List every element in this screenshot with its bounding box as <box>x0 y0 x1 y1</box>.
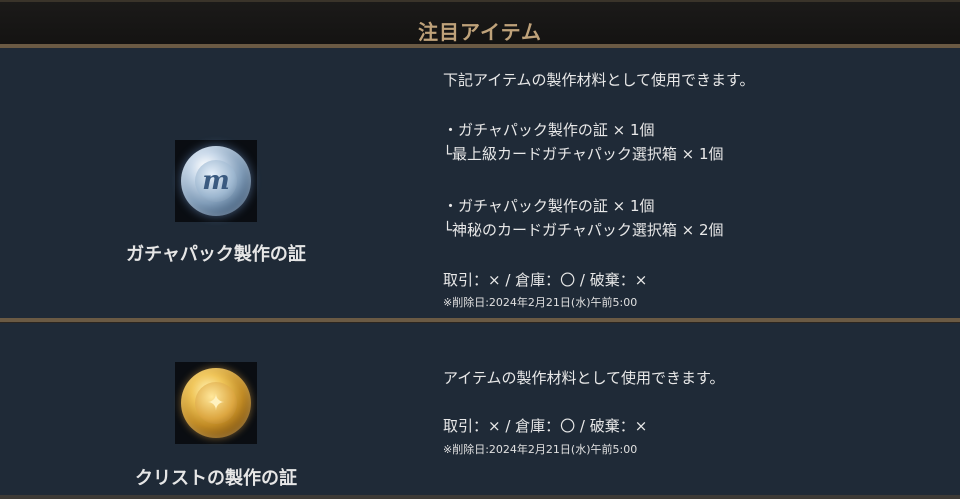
item-description: 下記アイテムの製作材料として使用できます。 ・ガチャパック製作の証 × 1個 └… <box>443 70 943 310</box>
trade-info: 取引：× / 倉庫：〇 / 破棄：× <box>443 271 648 289</box>
trade-info: 取引：× / 倉庫：〇 / 破棄：× <box>443 417 648 435</box>
item-icon-frame: ✦ <box>175 362 257 444</box>
delete-date-note: ※削除日:2024年2月21日(水)午前5:00 <box>443 443 638 456</box>
featured-items-panel: 注目アイテム m ガチャパック製作の証 下記アイテムの製作材料として使用できます… <box>0 0 960 499</box>
silver-coin-icon: m <box>181 146 251 216</box>
description-line: └最上級カードガチャパック選択箱 × 1個 <box>443 145 724 163</box>
description-line: ・ガチャパック製作の証 × 1個 <box>443 197 655 215</box>
bottom-border <box>0 495 960 499</box>
item-name: クリストの製作の証 <box>135 468 297 489</box>
item-row: ✦ クリストの製作の証 アイテムの製作材料として使用できます。 取引：× / 倉… <box>0 323 960 499</box>
item-row: m ガチャパック製作の証 下記アイテムの製作材料として使用できます。 ・ガチャパ… <box>0 54 960 318</box>
description-line: ・ガチャパック製作の証 × 1個 <box>443 121 655 139</box>
item-description: アイテムの製作材料として使用できます。 取引：× / 倉庫：〇 / 破棄：× ※… <box>443 368 943 488</box>
item-icon-frame: m <box>175 140 257 222</box>
section-header: 注目アイテム <box>0 0 960 48</box>
description-line: 下記アイテムの製作材料として使用できます。 <box>443 71 755 89</box>
section-title: 注目アイテム <box>418 19 542 44</box>
gold-coin-icon: ✦ <box>181 368 251 438</box>
description-line: └神秘のカードガチャパック選択箱 × 2個 <box>443 221 724 239</box>
delete-date-note: ※削除日:2024年2月21日(水)午前5:00 <box>443 296 638 309</box>
item-name: ガチャパック製作の証 <box>126 244 306 265</box>
description-line: アイテムの製作材料として使用できます。 <box>443 369 725 387</box>
